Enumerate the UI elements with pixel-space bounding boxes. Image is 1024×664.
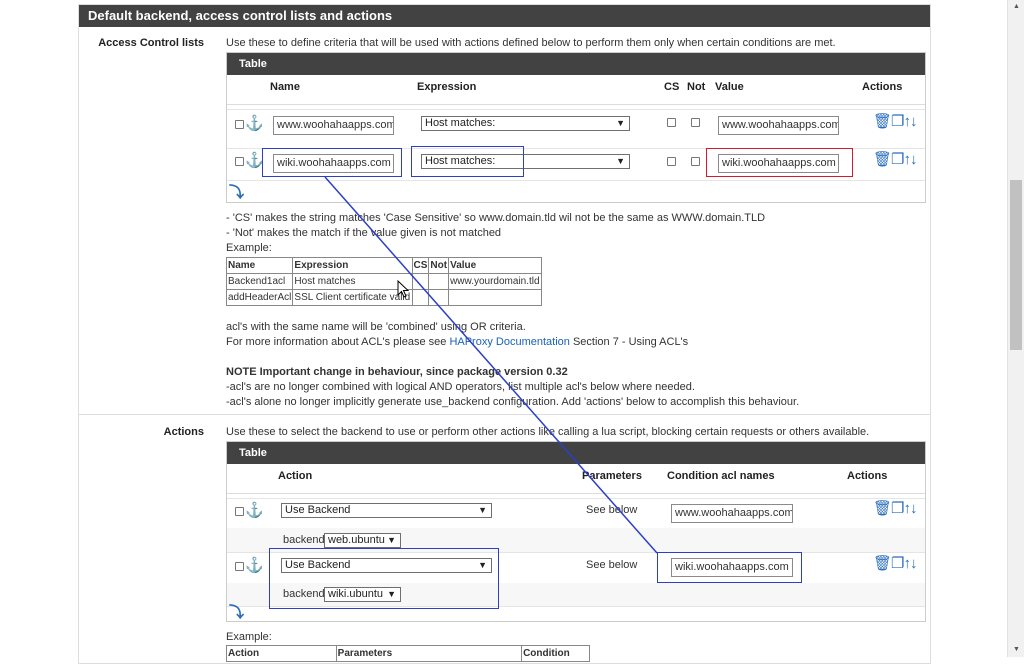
- mouse-cursor-icon: [397, 280, 409, 298]
- annotation-connector: [324, 176, 658, 554]
